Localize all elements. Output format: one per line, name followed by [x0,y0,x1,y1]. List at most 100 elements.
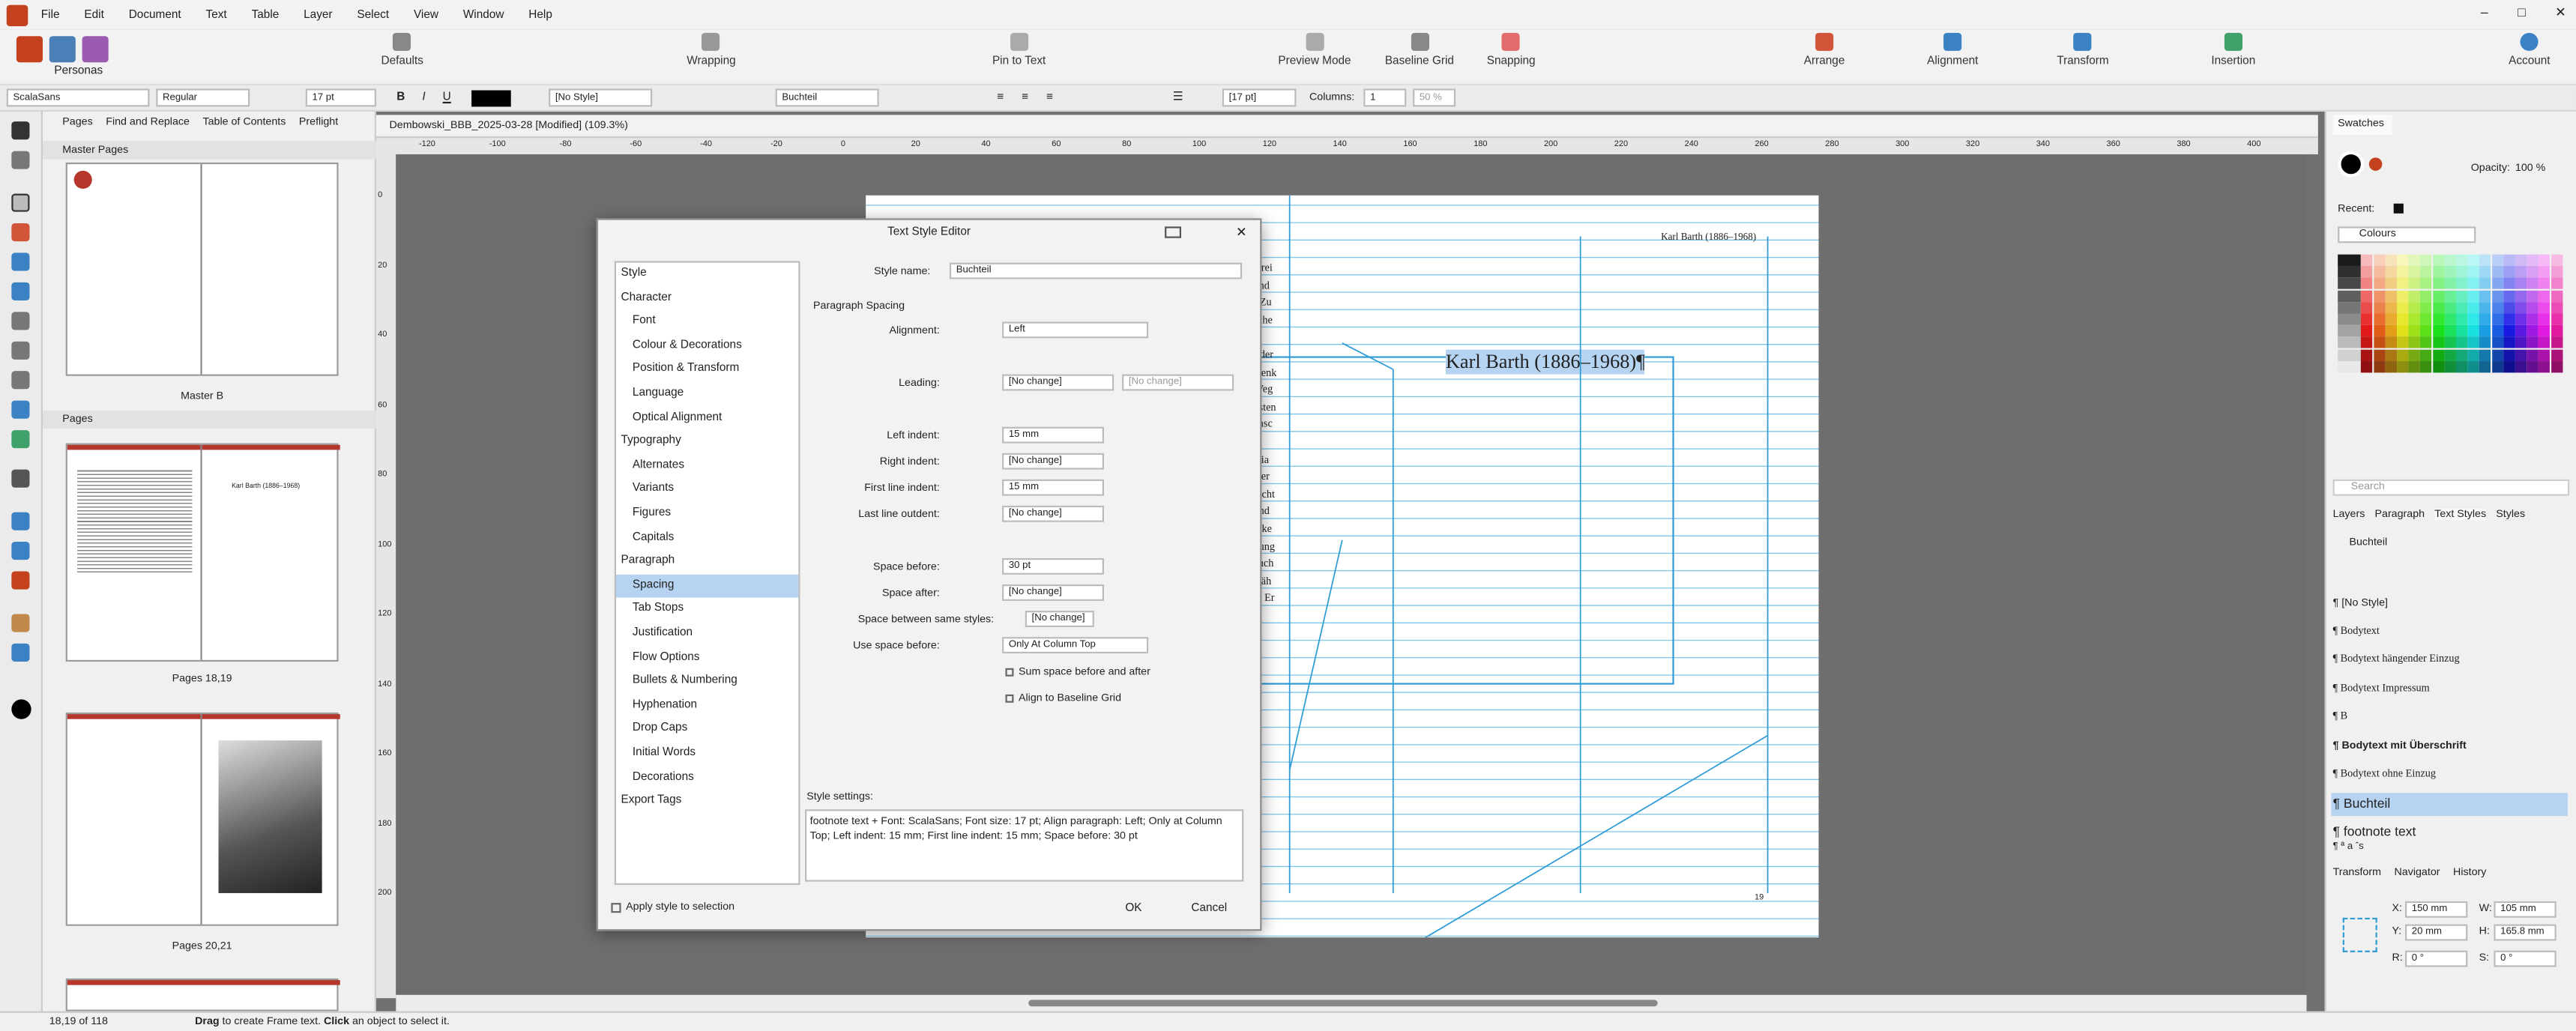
color-swatch[interactable] [2515,348,2527,361]
menu-window[interactable]: Window [463,9,504,20]
hand-tool-icon[interactable] [11,614,30,632]
color-swatch[interactable] [2539,278,2551,290]
align-left-button[interactable]: ≡ [992,91,1009,107]
recent-swatch[interactable] [2393,203,2404,214]
picture-frame-tool-icon[interactable] [11,341,30,360]
defaults-button[interactable]: Defaults [381,32,423,67]
color-swatch[interactable] [2338,289,2350,302]
color-swatch[interactable] [2455,337,2468,349]
color-swatch[interactable] [2349,313,2362,325]
menu-select[interactable]: Select [357,9,389,20]
color-swatch[interactable] [2491,289,2503,302]
tab-toc[interactable]: Table of Contents [202,117,286,128]
color-swatch[interactable] [2455,313,2468,325]
snapping-button[interactable]: Snapping [1487,32,1536,67]
spread-20-21-thumbnail[interactable] [65,712,340,926]
first-line-indent-field[interactable]: 15 mm [1002,479,1104,496]
color-swatch[interactable] [2338,325,2350,337]
sum-space-checkbox[interactable] [1005,668,1014,677]
menu-layer[interactable]: Layer [304,9,332,20]
tab-pages[interactable]: Pages [62,117,92,128]
insertion-button[interactable]: Insertion [2211,32,2255,67]
color-swatch[interactable] [2408,360,2421,372]
tab-history[interactable]: History [2453,867,2486,878]
list-item-flow-options[interactable]: Flow Options [616,646,798,669]
color-swatch[interactable] [2420,266,2432,278]
list-item-decorations[interactable]: Decorations [616,766,798,789]
font-family-select[interactable]: ScalaSans [6,88,150,107]
color-swatch[interactable] [2467,289,2480,302]
style-bodytext-impressum[interactable]: ¶ Bodytext Impressum [2331,678,2568,701]
color-swatch[interactable] [2467,325,2480,337]
pencil-tool-icon[interactable] [11,430,30,449]
list-item-bullets-numbering[interactable]: Bullets & Numbering [616,670,798,693]
transparency-tool-icon[interactable] [11,542,30,560]
menu-table[interactable]: Table [252,9,280,20]
tab-find-replace[interactable]: Find and Replace [106,117,190,128]
color-swatch[interactable] [2432,348,2444,361]
leading-field[interactable]: [17 pt] [1222,88,1297,107]
maximize-icon[interactable]: □ [2518,5,2526,20]
tab-transform[interactable]: Transform [2333,867,2381,878]
color-swatch[interactable] [2467,313,2480,325]
color-swatch[interactable] [2397,348,2409,361]
color-swatch[interactable] [2385,254,2397,266]
fill-tool-icon[interactable] [11,512,30,530]
color-swatch[interactable] [2467,266,2480,278]
list-item-style[interactable]: Style [616,263,798,286]
list-item-capitals[interactable]: Capitals [616,526,798,549]
color-swatch[interactable] [2515,266,2527,278]
move-tool-icon[interactable] [11,121,30,140]
color-swatch[interactable] [2385,301,2397,314]
y-field[interactable]: 20 mm [2405,924,2468,941]
color-swatch[interactable] [2408,266,2421,278]
place-image-tool-icon[interactable] [11,400,30,419]
text-color-swatch[interactable] [471,90,511,107]
color-swatch[interactable] [2503,278,2515,290]
font-style-select[interactable]: Regular [156,88,250,107]
align-baseline-checkbox[interactable] [1005,694,1014,703]
color-swatch[interactable] [2338,337,2350,349]
list-item-typography[interactable]: Typography [616,430,798,453]
color-swatch[interactable] [2455,278,2468,290]
list-item-justification[interactable]: Justification [616,622,798,645]
color-swatch[interactable] [2397,278,2409,290]
underline-button[interactable]: U [438,91,455,107]
left-indent-field[interactable]: 15 mm [1002,426,1104,444]
color-swatch[interactable] [2408,313,2421,325]
color-swatch[interactable] [2503,348,2515,361]
color-swatch[interactable] [2361,289,2374,302]
color-swatch[interactable] [2479,325,2491,337]
color-swatch[interactable] [2551,348,2563,361]
right-indent-field[interactable]: [No change] [1002,453,1104,470]
color-swatch[interactable] [2420,313,2432,325]
color-swatch[interactable] [2361,325,2374,337]
w-field[interactable]: 105 mm [2494,901,2557,918]
list-item-spacing[interactable]: Spacing [615,574,799,598]
preview-mode-button[interactable]: Preview Mode [1278,32,1351,67]
color-swatch[interactable] [2385,360,2397,372]
page-indicator[interactable]: 18,19 of 118 [49,1013,108,1031]
color-swatch[interactable] [2479,337,2491,349]
color-swatch[interactable] [2349,278,2362,290]
color-swatch[interactable] [2539,301,2551,314]
color-swatch[interactable] [2349,337,2362,349]
color-swatch[interactable] [2385,348,2397,361]
color-swatch[interactable] [2491,348,2503,361]
menu-view[interactable]: View [414,9,438,20]
list-item-character[interactable]: Character [616,287,798,310]
color-swatch[interactable] [2455,360,2468,372]
list-item-optical-alignment[interactable]: Optical Alignment [616,406,798,429]
style-bodytext[interactable]: ¶ Bodytext [2331,620,2568,644]
color-swatch[interactable] [2551,337,2563,349]
color-swatch[interactable] [2432,325,2444,337]
color-swatch[interactable] [2420,337,2432,349]
align-right-button[interactable]: ≡ [1042,91,1058,107]
list-item-language[interactable]: Language [616,383,798,406]
color-swatch[interactable] [2515,278,2527,290]
color-swatch[interactable] [2467,278,2480,290]
color-swatch[interactable] [2527,348,2539,361]
color-swatch[interactable] [2527,301,2539,314]
use-space-before-select[interactable]: Only At Column Top [1002,637,1149,654]
color-swatch[interactable] [2361,301,2374,314]
